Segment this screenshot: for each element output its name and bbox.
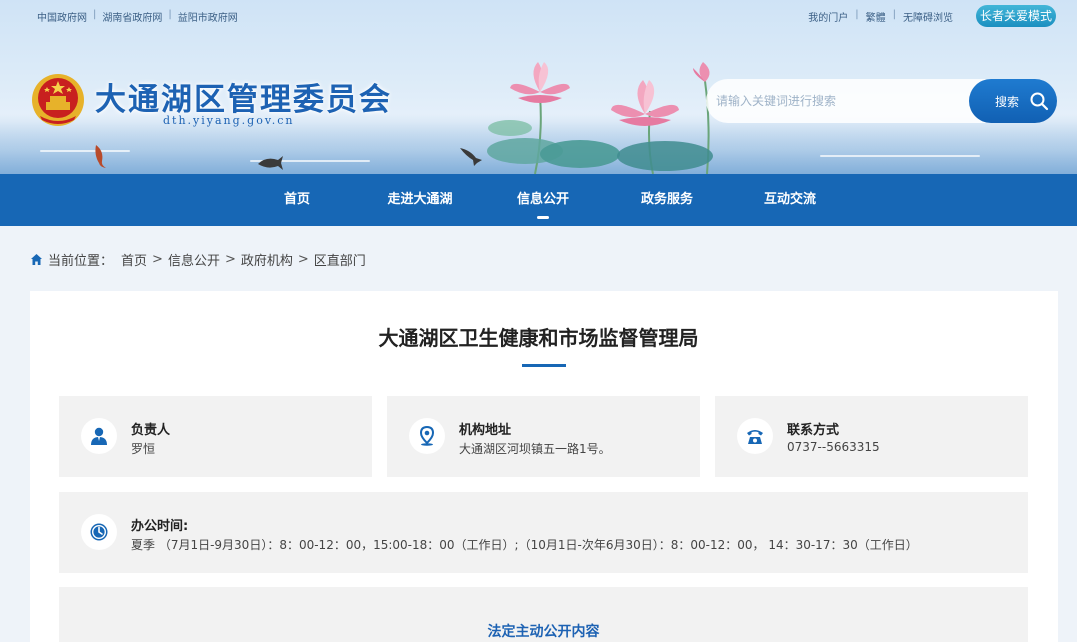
telephone-icon bbox=[747, 430, 763, 444]
search-button[interactable]: 搜索 bbox=[969, 79, 1057, 123]
hours-icon-wrapper bbox=[81, 514, 117, 550]
site-title[interactable]: 大通湖区管理委员会 bbox=[95, 74, 392, 119]
koi-fish-decoration bbox=[95, 145, 106, 168]
nav-info-disclosure[interactable]: 信息公开 bbox=[510, 174, 576, 226]
nav-home[interactable]: 首页 bbox=[270, 174, 324, 226]
contact-label: 联系方式 bbox=[787, 423, 840, 438]
location-pin-icon bbox=[419, 426, 435, 446]
link-traditional-chinese[interactable]: 繁體 bbox=[866, 9, 886, 24]
address-icon-wrapper bbox=[409, 418, 445, 454]
search-input[interactable] bbox=[716, 90, 956, 112]
statutory-disclosure-title: 法定主动公开内容 bbox=[487, 624, 600, 640]
separator: | bbox=[93, 9, 97, 20]
title-underline bbox=[522, 364, 566, 367]
search-icon bbox=[1030, 92, 1049, 111]
breadcrumb-separator: > bbox=[152, 252, 163, 267]
breadcrumb-separator: > bbox=[297, 252, 309, 267]
nav-active-indicator bbox=[537, 216, 549, 219]
search-button-label: 搜索 bbox=[995, 94, 1020, 109]
nav-label: 首页 bbox=[283, 192, 310, 207]
contact-icon-wrapper bbox=[737, 418, 773, 454]
breadcrumb-home[interactable]: 首页 bbox=[121, 250, 147, 269]
office-hours-label: 办公时间: bbox=[131, 519, 189, 534]
leader-value: 罗恒 bbox=[131, 442, 156, 456]
home-icon bbox=[31, 254, 42, 265]
site-domain: dth.yiyang.gov.cn bbox=[163, 114, 295, 127]
link-accessibility[interactable]: 无障碍浏览 bbox=[903, 9, 953, 24]
nav-government-services[interactable]: 政务服务 bbox=[634, 174, 700, 226]
office-hours-box: 办公时间: 夏季 （7月1日-9月30日）：8：00-12：00，15:00-1… bbox=[59, 492, 1028, 573]
address-label: 机构地址 bbox=[459, 423, 512, 438]
link-yiyang-gov[interactable]: 益阳市政府网 bbox=[178, 9, 238, 24]
nav-label: 信息公开 bbox=[516, 192, 569, 207]
breadcrumb-gov-agencies[interactable]: 政府机构 bbox=[241, 250, 293, 269]
link-my-portal[interactable]: 我的门户 bbox=[808, 9, 848, 24]
nav-label: 政务服务 bbox=[640, 192, 693, 207]
person-icon bbox=[91, 427, 107, 445]
water-ripple bbox=[40, 150, 130, 152]
leader-info-box: 负责人 罗恒 bbox=[59, 396, 372, 477]
breadcrumb-info-disclosure[interactable]: 信息公开 bbox=[168, 250, 220, 269]
main-navigation: 首页 走进大通湖 信息公开 政务服务 互动交流 bbox=[0, 174, 1077, 226]
national-emblem-icon bbox=[32, 74, 84, 126]
breadcrumb-district-departments[interactable]: 区直部门 bbox=[314, 250, 366, 269]
breadcrumb-separator: > bbox=[224, 252, 236, 267]
water-ripple bbox=[820, 155, 980, 157]
nav-about-datonghu[interactable]: 走进大通湖 bbox=[380, 174, 460, 226]
page-title: 大通湖区卫生健康和市场监督管理局 bbox=[378, 326, 699, 350]
separator: | bbox=[892, 9, 896, 20]
separator: | bbox=[855, 9, 859, 20]
address-info-box: 机构地址 大通湖区河坝镇五一路1号。 bbox=[387, 396, 700, 477]
lotus-illustration bbox=[487, 62, 713, 174]
clock-icon bbox=[90, 523, 108, 541]
link-central-gov[interactable]: 中国政府网 bbox=[37, 9, 87, 24]
address-value: 大通湖区河坝镇五一路1号。 bbox=[459, 442, 611, 456]
nav-interaction[interactable]: 互动交流 bbox=[757, 174, 823, 226]
link-hunan-gov[interactable]: 湖南省政府网 bbox=[102, 9, 162, 24]
breadcrumb-prefix: 当前位置： bbox=[48, 254, 114, 269]
utility-links: 我的门户 | 繁體 | 无障碍浏览 bbox=[808, 9, 953, 24]
breadcrumb: 当前位置： 首页 > 信息公开 > 政府机构 > 区直部门 bbox=[30, 250, 366, 269]
separator: | bbox=[168, 9, 172, 20]
koi-fish-decoration bbox=[258, 156, 283, 170]
contact-value[interactable]: 0737--5663315 bbox=[787, 440, 880, 454]
nav-label: 走进大通湖 bbox=[387, 192, 453, 207]
contact-info-box: 联系方式 0737--5663315 bbox=[715, 396, 1028, 477]
office-hours-value: 夏季 （7月1日-9月30日）：8：00-12：00，15:00-18：00（工… bbox=[131, 538, 918, 552]
government-links: 中国政府网 | 湖南省政府网 | 益阳市政府网 bbox=[37, 9, 238, 24]
nav-label: 互动交流 bbox=[763, 192, 816, 207]
elder-mode-button[interactable]: 长者关爱模式 bbox=[976, 5, 1056, 27]
leader-icon-wrapper bbox=[81, 418, 117, 454]
leader-label: 负责人 bbox=[131, 423, 171, 438]
